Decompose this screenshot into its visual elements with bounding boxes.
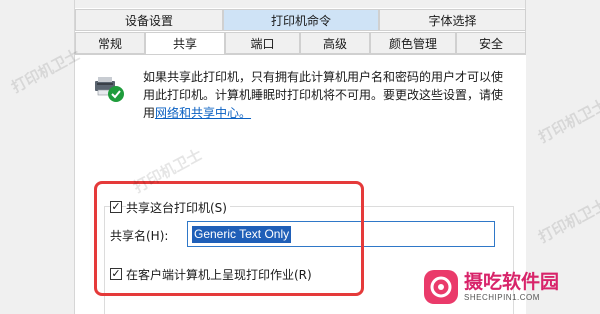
tab-advanced[interactable]: 高级 xyxy=(300,32,370,54)
window-top-strip xyxy=(0,0,600,8)
brand-watermark: 摄吃软件园 SHECHIPIN1.COM xyxy=(424,264,559,310)
tab-color-management[interactable]: 颜色管理 xyxy=(370,32,456,54)
tab-row-2: 常规 共享 端口 高级 颜色管理 安全 xyxy=(75,32,526,55)
tab-device-settings[interactable]: 设备设置 xyxy=(75,9,223,31)
tab-row-1: 设备设置 打印机命令 字体选择 xyxy=(75,9,526,31)
dialog-frame-left xyxy=(0,0,75,314)
tab-security[interactable]: 安全 xyxy=(456,32,526,54)
highlight-annotation-box xyxy=(94,181,364,296)
printer-shared-icon xyxy=(95,77,124,102)
tab-sharing[interactable]: 共享 xyxy=(145,32,225,55)
tab-general[interactable]: 常规 xyxy=(75,32,145,54)
tab-printer-commands[interactable]: 打印机命令 xyxy=(223,9,379,31)
network-sharing-center-link[interactable]: 网络和共享中心。 xyxy=(155,106,251,120)
sharing-description: 如果共享此打印机，只有拥有此计算机用户名和密码的用户才可以使用此打印机。计算机睡… xyxy=(143,68,513,122)
brand-name: 摄吃软件园 xyxy=(464,271,560,293)
tab-font-selection[interactable]: 字体选择 xyxy=(379,9,526,31)
brand-url: SHECHIPIN1.COM xyxy=(464,293,540,302)
brand-logo-icon xyxy=(424,270,458,304)
tab-ports[interactable]: 端口 xyxy=(225,32,300,54)
